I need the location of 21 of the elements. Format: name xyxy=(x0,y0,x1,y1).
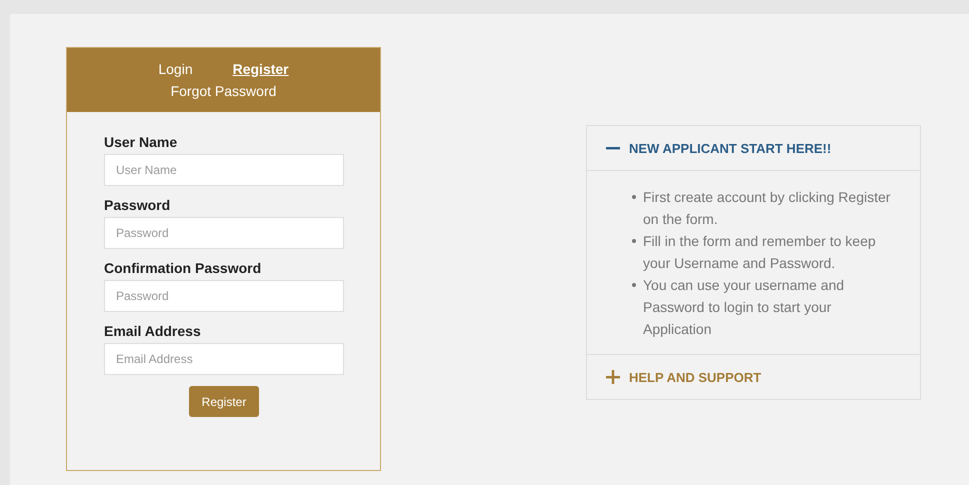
instruction-text: Fill in the form and remember to keep your Username and Password. xyxy=(643,232,877,273)
register-button[interactable]: Register xyxy=(189,386,259,417)
field-label: User Name xyxy=(104,134,178,150)
instruction-text: First create account by clicking Register on the form. xyxy=(643,188,892,229)
plus-icon xyxy=(606,370,620,384)
field-label: Confirmation Password xyxy=(104,260,262,276)
input-field[interactable]: Email Address xyxy=(104,343,344,375)
field-label: Email Address xyxy=(104,323,201,339)
tab[interactable]: Forgot Password xyxy=(170,82,276,100)
accordion-header[interactable]: HELP AND SUPPORT xyxy=(587,355,920,399)
tab[interactable]: Login xyxy=(158,60,193,78)
bullet-icon xyxy=(632,283,636,287)
input-field[interactable]: Password xyxy=(104,280,344,312)
input-field[interactable]: Password xyxy=(104,217,344,249)
input-field[interactable]: User Name xyxy=(104,154,344,186)
accordion-header[interactable]: NEW APPLICANT START HERE!! xyxy=(587,126,920,171)
bullet-icon xyxy=(632,195,636,199)
bullet-icon xyxy=(632,239,636,243)
field-label: Password xyxy=(104,197,170,213)
instruction-text: You can use your username and Password to login to start your Application xyxy=(643,276,846,339)
tab[interactable]: Register xyxy=(232,60,289,78)
